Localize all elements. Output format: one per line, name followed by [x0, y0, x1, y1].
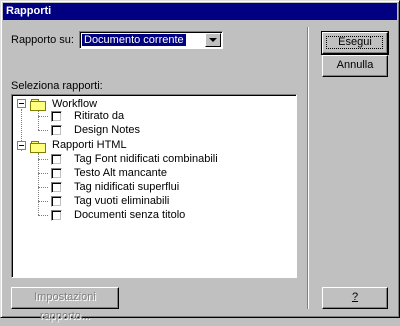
item-ritirato-da-label[interactable]: Ritirato da	[74, 110, 124, 123]
report-on-label: Rapporto su:	[11, 34, 74, 46]
report-settings-button-label: Impostazioni rapporto...	[34, 291, 96, 322]
reports-dialog: Rapporti Rapporto su: Documento corrente…	[0, 0, 400, 322]
folder-rapporti-html-icon	[30, 141, 46, 153]
item-tag-font-nidificati-label[interactable]: Tag Font nidificati combinabili	[74, 153, 218, 166]
group-rapporti-html-label[interactable]: Rapporti HTML	[52, 139, 127, 152]
checkbox-tag-font-nidificati[interactable]	[51, 154, 62, 165]
item-documenti-senza-titolo-label[interactable]: Documenti senza titolo	[74, 209, 185, 222]
tree-connector	[38, 187, 48, 188]
checkbox-testo-alt-mancante[interactable]	[51, 168, 62, 179]
tree-connector	[38, 201, 48, 202]
tree-connector	[38, 153, 39, 215]
help-button[interactable]: ?	[322, 287, 388, 309]
tree-connector	[38, 215, 48, 216]
help-button-label: ?	[351, 291, 359, 303]
select-reports-label: Seleziona rapporti:	[11, 80, 103, 92]
cancel-button-label: Annulla	[336, 59, 374, 71]
run-button[interactable]: Esegui	[321, 31, 389, 55]
report-on-selected-value: Documento corrente	[82, 34, 186, 46]
dropdown-button[interactable]	[205, 33, 221, 47]
report-on-dropdown[interactable]: Documento corrente	[79, 31, 223, 49]
item-tag-vuoti-eliminabili-label[interactable]: Tag vuoti eliminabili	[74, 195, 169, 208]
tree-connector	[38, 159, 48, 160]
report-settings-button[interactable]: Impostazioni rapporto...	[11, 287, 119, 322]
item-design-notes-label[interactable]: Design Notes	[74, 124, 140, 137]
checkbox-documenti-senza-titolo[interactable]	[51, 210, 62, 221]
folder-workflow-icon	[30, 99, 46, 111]
title-bar[interactable]: Rapporti	[3, 3, 397, 20]
item-testo-alt-mancante-label[interactable]: Testo Alt mancante	[74, 167, 167, 180]
focus-rectangle	[326, 36, 383, 49]
collapse-workflow-icon[interactable]	[17, 99, 26, 108]
checkbox-ritirato-da[interactable]	[51, 111, 62, 122]
reports-tree[interactable]: Workflow Ritirato da Design Notes Rappor…	[11, 94, 297, 278]
tree-connector	[38, 116, 48, 117]
checkbox-tag-vuoti-eliminabili[interactable]	[51, 196, 62, 207]
cancel-button[interactable]: Annulla	[322, 55, 388, 77]
chevron-down-icon	[209, 38, 217, 42]
item-tag-nidificati-superflui-label[interactable]: Tag nidificati superflui	[74, 181, 179, 194]
tree-connector	[38, 111, 39, 130]
tree-connector	[38, 130, 48, 131]
checkbox-tag-nidificati-superflui[interactable]	[51, 182, 62, 193]
tree-connector	[38, 173, 48, 174]
collapse-rapporti-html-icon[interactable]	[17, 141, 26, 150]
window-title: Rapporti	[6, 5, 52, 17]
checkbox-design-notes[interactable]	[51, 125, 62, 136]
vertical-separator	[307, 27, 309, 309]
